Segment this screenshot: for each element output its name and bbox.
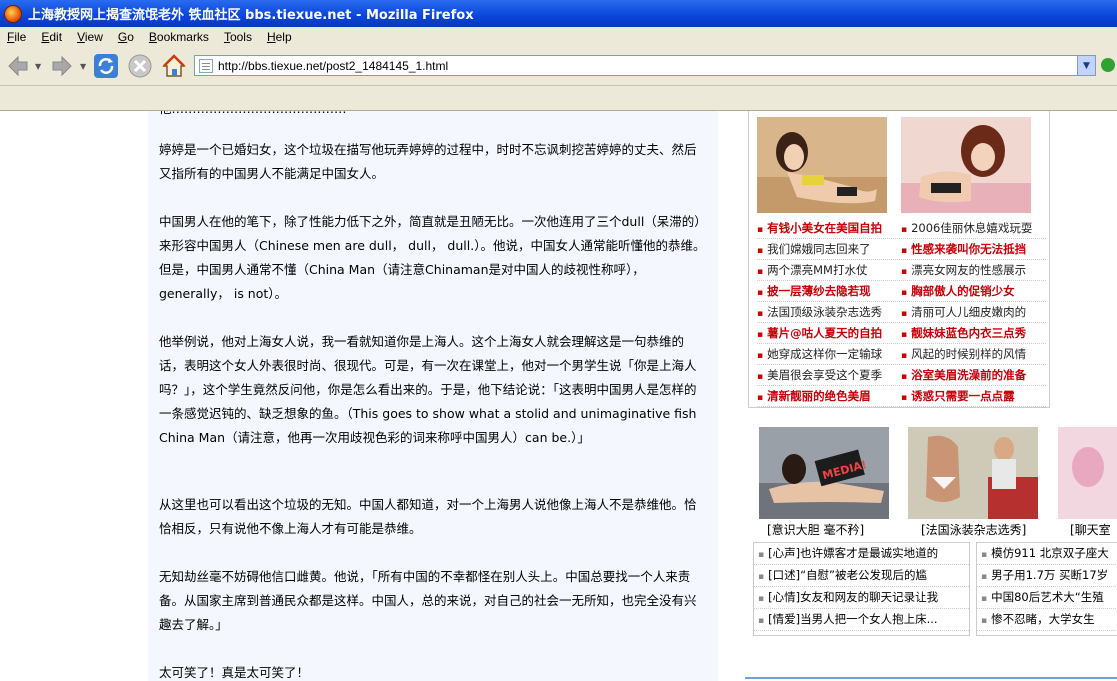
section-divider	[745, 677, 1117, 679]
page-icon	[199, 58, 213, 73]
stop-button[interactable]	[126, 52, 154, 80]
article-paragraph: 他举例说，他对上海女人说，我一看就知道你是上海人。这个上海女人就会理解这是一句恭…	[159, 334, 697, 445]
news-link[interactable]: [情爱]当男人把一个女人抱上床...	[754, 609, 969, 631]
sidebar-link[interactable]: 风起的时候别样的风情	[901, 344, 1046, 365]
article-body: 他…………………………………… 婷婷是一个已婚妇女，这个垃圾在描写他玩弄婷婷的过…	[148, 111, 718, 681]
menu-edit[interactable]: Edit	[41, 30, 62, 44]
thumbnail-image-2[interactable]	[901, 117, 1031, 213]
reload-button[interactable]	[92, 52, 120, 80]
address-bar[interactable]: http://bbs.tiexue.net/post2_1484145_1.ht…	[194, 55, 1096, 76]
news-link[interactable]: [口述]“自慰”被老公发现后的尴	[754, 565, 969, 587]
sidebar-links-right: 2006佳丽休息嬉戏玩耍 性感来袭叫你无法抵挡 漂亮女网友的性感展示 胸部傲人的…	[901, 218, 1046, 407]
photo-caption-1[interactable]: [意识大胆 毫不矜]	[767, 521, 864, 538]
forward-button[interactable]	[48, 52, 76, 80]
window-title: 上海教授网上揭查流氓老外 铁血社区 bbs.tiexue.net - Mozil…	[28, 8, 474, 23]
sidebar-link[interactable]: 浴室美眉洗澡前的准备	[901, 365, 1046, 386]
news-link[interactable]: 中国80后艺术大“生殖	[977, 587, 1117, 609]
address-dropdown-icon[interactable]: ▼	[1077, 56, 1095, 75]
news-link[interactable]: 模仿911 北京双子座大	[977, 543, 1117, 565]
news-link[interactable]: [心声]也许嫖客才是最诚实地道的	[754, 543, 969, 565]
sidebar-link[interactable]: 漂亮女网友的性感展示	[901, 260, 1046, 281]
article-paragraph: 从这里也可以看出这个垃圾的无知。中国人都知道，对一个上海男人说他像上海人不是恭维…	[159, 497, 697, 536]
photo-thumbnail-3[interactable]	[1058, 427, 1117, 519]
menu-tools[interactable]: Tools	[224, 30, 252, 44]
sidebar-link[interactable]: 胸部傲人的促销少女	[901, 281, 1046, 302]
menu-bar: File Edit View Go Bookmarks Tools Help	[0, 27, 1117, 47]
sidebar-link[interactable]: 披一层薄纱去隐若现	[757, 281, 902, 302]
reload-icon	[94, 54, 118, 78]
sidebar-links-left: 有钱小美女在美国自拍 我们嫦娥同志回来了 两个漂亮MM打水仗 披一层薄纱去隐若现…	[757, 218, 902, 407]
bookmarks-toolbar	[0, 86, 1117, 111]
article-paragraph: 太可笑了！真是太可笑了！	[159, 665, 310, 680]
back-button[interactable]	[4, 52, 32, 80]
sidebar-link[interactable]: 清新靓丽的绝色美眉	[757, 386, 902, 407]
article-paragraph: 婷婷是一个已婚妇女，这个垃圾在描写他玩弄婷婷的过程中，时时不忘讽刺挖苦婷婷的丈夫…	[159, 142, 697, 181]
back-dropdown-icon[interactable]: ▼	[35, 62, 41, 71]
sidebar-link[interactable]: 薯片@咕人夏天的自拍	[757, 323, 902, 344]
photo-thumbnail-2[interactable]	[908, 427, 1038, 519]
news-link[interactable]: 男子用1.7万 买断17岁	[977, 565, 1117, 587]
sidebar-link[interactable]: 诱惑只需要一点点露	[901, 386, 1046, 407]
menu-go[interactable]: Go	[118, 30, 134, 44]
forward-arrow-icon	[52, 55, 72, 77]
news-link[interactable]: [心情]女友和网友的聊天记录让我	[754, 587, 969, 609]
stop-icon	[128, 54, 152, 78]
article-paragraph: 无知劫丝毫不妨碍他信口雌黄。他说，「所有中国的不幸都怪在别人头上。中国总要找一个…	[159, 569, 697, 632]
menu-bookmarks[interactable]: Bookmarks	[149, 30, 209, 44]
photo-caption-3[interactable]: [聊天室	[1070, 521, 1111, 538]
address-url: http://bbs.tiexue.net/post2_1484145_1.ht…	[218, 58, 449, 73]
article-paragraph: 中国男人在他的笔下，除了性能力低下之外，简直就是丑陋无比。一次他连用了三个dul…	[159, 214, 707, 301]
page-content: 他…………………………………… 婷婷是一个已婚妇女，这个垃圾在描写他玩弄婷婷的过…	[0, 111, 1117, 681]
back-arrow-icon	[8, 55, 28, 77]
title-bar: 上海教授网上揭查流氓老外 铁血社区 bbs.tiexue.net - Mozil…	[0, 0, 1117, 27]
sidebar-link[interactable]: 有钱小美女在美国自拍	[757, 218, 902, 239]
home-icon	[162, 54, 186, 77]
article-partial-line: 他……………………………………	[159, 111, 707, 121]
menu-help[interactable]: Help	[267, 30, 292, 44]
news-list-left: [心声]也许嫖客才是最诚实地道的 [口述]“自慰”被老公发现后的尴 [心情]女友…	[753, 542, 970, 636]
news-link[interactable]: 惨不忍睹，大学女生	[977, 609, 1117, 631]
sidebar-ad-box: 有钱小美女在美国自拍 我们嫦娥同志回来了 两个漂亮MM打水仗 披一层薄纱去隐若现…	[748, 111, 1050, 408]
menu-file[interactable]: File	[7, 30, 26, 44]
thumbnail-image-1[interactable]	[757, 117, 887, 213]
sidebar-link[interactable]: 她穿成这样你一定输球	[757, 344, 902, 365]
photo-thumbnail-1[interactable]: MEDIA!	[759, 427, 889, 519]
photo-caption-2[interactable]: [法国泳装杂志选秀]	[921, 521, 1026, 538]
sidebar-link[interactable]: 法国顶级泳装杂志选秀	[757, 302, 902, 323]
sidebar-link[interactable]: 靓妹妹蓝色内衣三点秀	[901, 323, 1046, 344]
sidebar-link[interactable]: 清丽可人儿细皮嫩肉的	[901, 302, 1046, 323]
news-list-right: 模仿911 北京双子座大 男子用1.7万 买断17岁 中国80后艺术大“生殖 惨…	[976, 542, 1117, 636]
forward-dropdown-icon[interactable]: ▼	[80, 62, 86, 71]
sidebar-link[interactable]: 美眉很会享受这个夏季	[757, 365, 902, 386]
menu-view[interactable]: View	[77, 30, 103, 44]
sidebar-link[interactable]: 我们嫦娥同志回来了	[757, 239, 902, 260]
sidebar-link[interactable]: 2006佳丽休息嬉戏玩耍	[901, 218, 1046, 239]
home-button[interactable]	[160, 52, 188, 80]
firefox-icon	[4, 4, 22, 23]
sidebar-link[interactable]: 两个漂亮MM打水仗	[757, 260, 902, 281]
sidebar-link[interactable]: 性感来袭叫你无法抵挡	[901, 239, 1046, 260]
go-button[interactable]	[1101, 58, 1115, 72]
